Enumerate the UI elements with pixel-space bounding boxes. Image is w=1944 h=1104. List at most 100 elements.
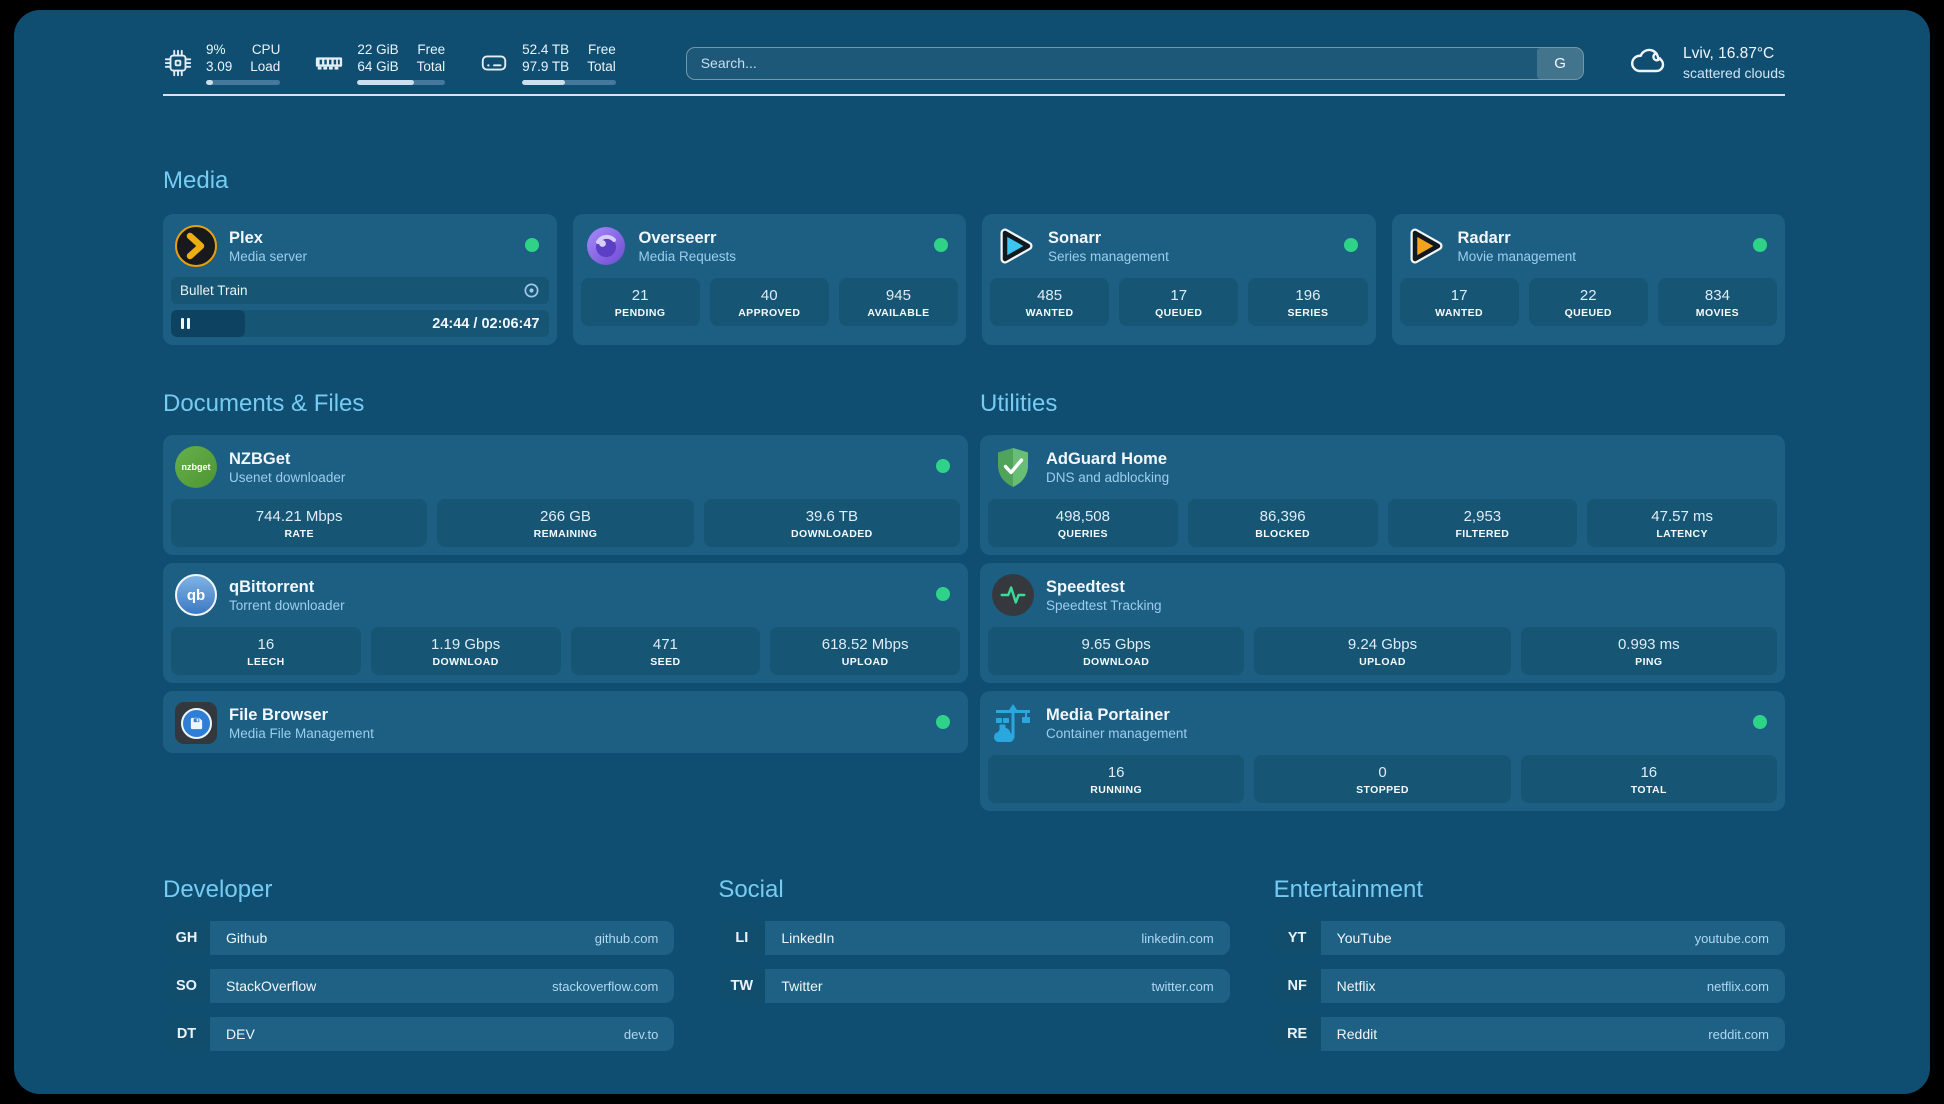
card-portainer: Media Portainer Container management 16 … xyxy=(980,691,1785,811)
cpu-progress-track xyxy=(206,80,280,85)
section-documents: Documents & Files nzbget NZBGet Usenet d… xyxy=(163,389,968,811)
speedtest-description: Speedtest Tracking xyxy=(1046,597,1162,614)
radarr-stat-wanted: 17 WANTED xyxy=(1400,278,1519,326)
adguard-description: DNS and adblocking xyxy=(1046,469,1169,486)
radarr-header[interactable]: Radarr Movie management xyxy=(1400,222,1778,268)
speedtest-pulse-icon xyxy=(992,574,1034,616)
player-lens-icon[interactable] xyxy=(523,282,540,299)
adguard-name: AdGuard Home xyxy=(1046,449,1169,469)
adguard-stat-blocked: 86,396 BLOCKED xyxy=(1188,499,1378,547)
adguard-shield-icon xyxy=(992,446,1034,488)
qbittorrent-icon: qb xyxy=(175,574,217,616)
card-nzbget: nzbget NZBGet Usenet downloader 744.21 M… xyxy=(163,435,968,555)
bookmark-twitter-name: Twitter xyxy=(781,978,822,994)
filebrowser-header[interactable]: File Browser Media File Management xyxy=(171,699,960,745)
weather-widget: Lviv, 16.87°C scattered clouds xyxy=(1626,39,1785,88)
overseerr-stat-pending: 21 PENDING xyxy=(581,278,700,326)
pause-button[interactable] xyxy=(181,318,190,329)
search-input[interactable] xyxy=(686,47,1584,80)
bookmark-group-developer: Developer GH Github github.com SO StackO… xyxy=(163,875,674,1051)
bookmark-github-url: github.com xyxy=(595,931,659,946)
bookmark-reddit[interactable]: RE Reddit reddit.com xyxy=(1274,1017,1785,1051)
nzbget-stat-downloaded: 39.6 TB DOWNLOADED xyxy=(704,499,960,547)
bookmark-youtube-name: YouTube xyxy=(1337,930,1392,946)
bookmark-netflix-url: netflix.com xyxy=(1707,979,1769,994)
bookmark-stackoverflow[interactable]: SO StackOverflow stackoverflow.com xyxy=(163,969,674,1003)
memory-free-label: Free xyxy=(417,41,445,58)
nzbget-description: Usenet downloader xyxy=(229,469,345,486)
filebrowser-icon xyxy=(175,702,217,744)
bookmark-linkedin[interactable]: LI LinkedIn linkedin.com xyxy=(718,921,1229,955)
speedtest-stat-upload: 9.24 Gbps UPLOAD xyxy=(1254,627,1510,675)
card-qbittorrent: qb qBittorrent Torrent downloader 16 LEE… xyxy=(163,563,968,683)
section-title-media: Media xyxy=(163,166,1785,196)
section-title-entertainment: Entertainment xyxy=(1274,875,1785,905)
section-title-social: Social xyxy=(718,875,1229,905)
cpu-load-value: 3.09 xyxy=(206,58,232,75)
overseerr-status-dot xyxy=(934,238,948,252)
search-provider-button[interactable]: G xyxy=(1537,48,1583,79)
bookmark-twitter-abbr: TW xyxy=(718,969,765,1003)
memory-progress-fill xyxy=(357,80,414,85)
filebrowser-description: Media File Management xyxy=(229,725,374,742)
adguard-stat-queries: 498,508 QUERIES xyxy=(988,499,1178,547)
bookmark-stackoverflow-name: StackOverflow xyxy=(226,978,316,994)
overseerr-header[interactable]: Overseerr Media Requests xyxy=(581,222,959,268)
memory-widget: 22 GiB 64 GiB Free Total xyxy=(314,41,445,85)
topbar-separator xyxy=(163,94,1785,96)
sonarr-header[interactable]: Sonarr Series management xyxy=(990,222,1368,268)
section-title-documents: Documents & Files xyxy=(163,389,968,419)
sonarr-name: Sonarr xyxy=(1048,228,1169,248)
portainer-stat-total: 16 TOTAL xyxy=(1521,755,1777,803)
bookmark-youtube-url: youtube.com xyxy=(1695,931,1769,946)
bookmark-youtube[interactable]: YT YouTube youtube.com xyxy=(1274,921,1785,955)
sonarr-stat-wanted: 485 WANTED xyxy=(990,278,1109,326)
memory-progress-track xyxy=(357,80,445,85)
plex-now-playing-row: Bullet Train xyxy=(171,277,549,304)
disk-total-value: 97.9 TB xyxy=(522,58,569,75)
qbittorrent-header[interactable]: qb qBittorrent Torrent downloader xyxy=(171,571,960,617)
topbar: 9% 3.09 CPU Load xyxy=(163,10,1785,94)
radarr-name: Radarr xyxy=(1458,228,1577,248)
bookmark-reddit-name: Reddit xyxy=(1337,1026,1377,1042)
portainer-name: Media Portainer xyxy=(1046,705,1187,725)
bookmark-reddit-url: reddit.com xyxy=(1708,1027,1769,1042)
adguard-stat-latency: 47.57 ms LATENCY xyxy=(1587,499,1777,547)
portainer-stat-running: 16 RUNNING xyxy=(988,755,1244,803)
cpu-load-label: Load xyxy=(250,58,280,75)
disk-progress-track xyxy=(522,80,616,85)
memory-total-value: 64 GiB xyxy=(357,58,398,75)
portainer-status-dot xyxy=(1753,715,1767,729)
bookmark-netflix-name: Netflix xyxy=(1337,978,1376,994)
disk-progress-fill xyxy=(522,80,565,85)
cpu-icon xyxy=(163,48,193,78)
cloud-icon xyxy=(1626,39,1670,88)
search-bar: G xyxy=(686,47,1584,80)
bookmark-linkedin-abbr: LI xyxy=(718,921,765,955)
card-adguard: AdGuard Home DNS and adblocking 498,508 … xyxy=(980,435,1785,555)
nzbget-icon: nzbget xyxy=(175,446,217,488)
bookmark-reddit-abbr: RE xyxy=(1274,1017,1321,1051)
portainer-header[interactable]: Media Portainer Container management xyxy=(988,699,1777,745)
section-utilities: Utilities AdGuard Home DNS and adblockin… xyxy=(980,389,1785,811)
filebrowser-name: File Browser xyxy=(229,705,374,725)
speedtest-header[interactable]: Speedtest Speedtest Tracking xyxy=(988,571,1777,617)
bookmark-youtube-abbr: YT xyxy=(1274,921,1321,955)
bookmark-netflix[interactable]: NF Netflix netflix.com xyxy=(1274,969,1785,1003)
portainer-crane-icon xyxy=(992,702,1034,744)
card-filebrowser: File Browser Media File Management xyxy=(163,691,968,753)
radarr-stat-movies: 834 MOVIES xyxy=(1658,278,1777,326)
bookmark-twitter[interactable]: TW Twitter twitter.com xyxy=(718,969,1229,1003)
overseerr-description: Media Requests xyxy=(639,248,737,265)
nzbget-header[interactable]: nzbget NZBGet Usenet downloader xyxy=(171,443,960,489)
adguard-header[interactable]: AdGuard Home DNS and adblocking xyxy=(988,443,1777,489)
qbittorrent-name: qBittorrent xyxy=(229,577,345,597)
bookmark-github-abbr: GH xyxy=(163,921,210,955)
bookmark-github-name: Github xyxy=(226,930,267,946)
bookmark-github[interactable]: GH Github github.com xyxy=(163,921,674,955)
bookmark-dev-name: DEV xyxy=(226,1026,255,1042)
plex-header[interactable]: Plex Media server xyxy=(171,222,549,268)
bookmark-dev[interactable]: DT DEV dev.to xyxy=(163,1017,674,1051)
card-overseerr: Overseerr Media Requests 21 PENDING 40 A… xyxy=(573,214,967,345)
plex-time-display: 24:44 / 02:06:47 xyxy=(432,316,539,332)
